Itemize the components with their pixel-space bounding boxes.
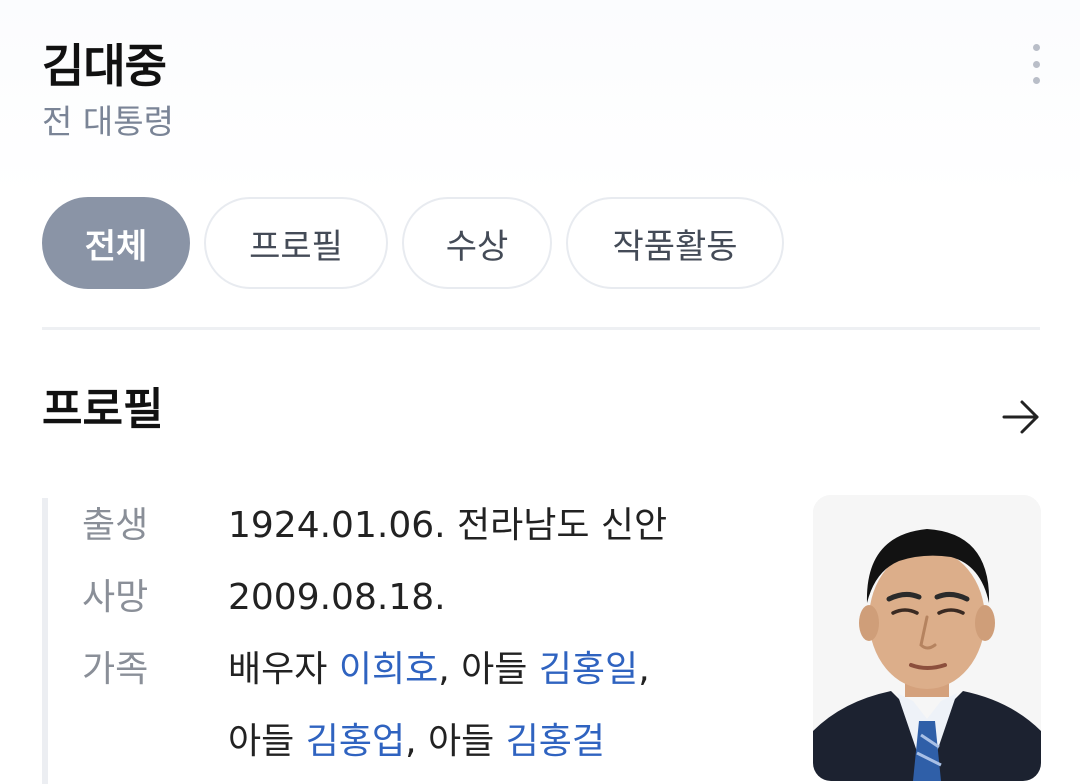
spouse-link[interactable]: 이희호	[339, 649, 438, 690]
person-info-card: 김대중 전 대통령 전체 프로필 수상 작품활동 프로필 출생 1924.01.…	[0, 0, 1080, 784]
more-dot	[1032, 77, 1040, 84]
tab-awards[interactable]: 수상	[402, 197, 552, 289]
death-value: 2009.08.18.	[228, 577, 446, 618]
family-label: 가족	[82, 649, 149, 690]
separator: ,	[438, 649, 450, 690]
profile-photo[interactable]	[813, 495, 1041, 781]
spouse-relation: 배우자	[228, 649, 328, 690]
son-relation: 아들	[427, 721, 495, 762]
family-value-continued: 아들 김홍업, 아들 김홍걸	[228, 706, 605, 778]
tab-bar: 전체 프로필 수상 작품활동	[42, 197, 784, 289]
son-link[interactable]: 김홍일	[539, 649, 638, 690]
son-link[interactable]: 김홍업	[306, 721, 405, 762]
arrow-right-icon[interactable]	[1000, 396, 1042, 438]
tab-all[interactable]: 전체	[42, 197, 190, 289]
birth-value: 1924.01.06. 전라남도 신안	[228, 505, 668, 546]
more-dot	[1032, 60, 1040, 68]
death-label: 사망	[82, 577, 149, 618]
birth-row: 출생 1924.01.06. 전라남도 신안	[82, 490, 782, 562]
page-title: 김대중	[42, 39, 167, 93]
divider	[42, 327, 1040, 330]
family-row-continued: 아들 김홍업, 아들 김홍걸	[82, 706, 782, 778]
separator: ,	[638, 649, 650, 690]
section-title-profile[interactable]: 프로필	[42, 380, 163, 440]
tab-profile[interactable]: 프로필	[204, 197, 388, 289]
page-subtitle: 전 대통령	[42, 102, 174, 141]
family-value: 배우자 이희호, 아들 김홍일,	[228, 634, 650, 706]
portrait-image	[813, 495, 1041, 781]
more-vertical-icon[interactable]	[1026, 44, 1046, 84]
separator: ,	[405, 721, 417, 762]
profile-info: 출생 1924.01.06. 전라남도 신안 사망 2009.08.18. 가족…	[82, 490, 782, 778]
son-relation: 아들	[461, 649, 528, 690]
info-accent-bar	[42, 498, 48, 784]
tab-works[interactable]: 작품활동	[566, 197, 784, 289]
death-row: 사망 2009.08.18.	[82, 562, 782, 634]
son-link[interactable]: 김홍걸	[506, 721, 605, 762]
header: 김대중 전 대통령	[42, 36, 174, 144]
birth-label: 출생	[82, 505, 149, 546]
family-row: 가족 배우자 이희호, 아들 김홍일,	[82, 634, 782, 706]
son-relation: 아들	[228, 721, 295, 762]
more-dot	[1032, 44, 1040, 51]
family-label-spacer	[82, 706, 228, 778]
